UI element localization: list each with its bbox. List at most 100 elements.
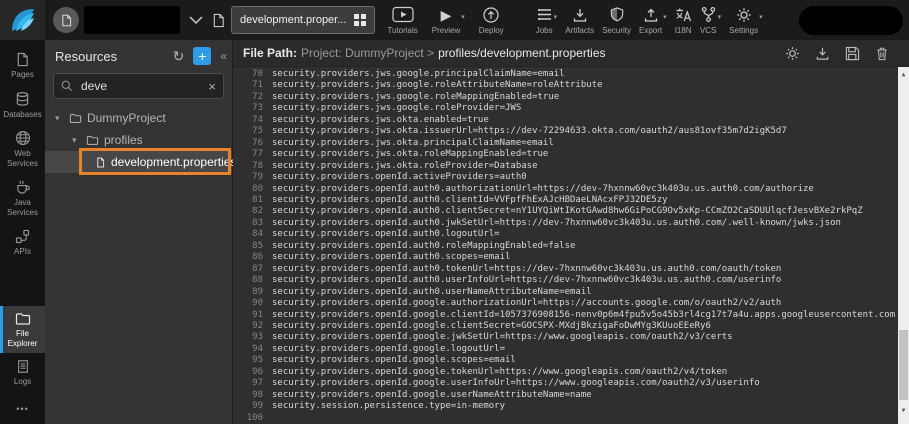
code-line[interactable]: 86security.providers.openId.auth0.scopes…: [241, 252, 896, 263]
app-logo[interactable]: [0, 0, 45, 40]
export-button[interactable]: Export ▾: [635, 6, 671, 35]
sidebar-item-apis[interactable]: APIs: [0, 223, 45, 262]
code-line[interactable]: 100: [241, 413, 896, 424]
code-line[interactable]: 93security.providers.openId.google.jwkSe…: [241, 332, 896, 343]
user-area-redacted[interactable]: [799, 6, 903, 35]
delete-file-icon[interactable]: [875, 46, 889, 61]
line-number: 73: [241, 103, 263, 114]
code-line[interactable]: 98security.providers.openId.google.userN…: [241, 390, 896, 401]
tree-item-development-properties[interactable]: development.properties: [45, 151, 232, 173]
code-line[interactable]: 79security.providers.openId.activeProvid…: [241, 172, 896, 183]
refresh-icon[interactable]: ↻: [173, 49, 185, 63]
code-editor[interactable]: 70security.providers.jws.google.principa…: [233, 67, 909, 424]
left-icon-sidebar: Pages Databases: [0, 40, 45, 424]
sidebar-more-button[interactable]: •••: [0, 392, 45, 424]
chevron-down-icon[interactable]: [189, 16, 203, 24]
collapse-panel-icon[interactable]: «: [220, 49, 227, 63]
sidebar-item-pages[interactable]: Pages: [0, 46, 45, 85]
sidebar-item-logs[interactable]: Logs: [0, 353, 45, 392]
scrollbar-thumb[interactable]: [899, 330, 908, 400]
save-file-icon[interactable]: [845, 46, 860, 61]
globe-icon: [15, 130, 31, 146]
clear-search-icon[interactable]: ×: [208, 79, 216, 94]
line-number: 80: [241, 184, 263, 195]
jobs-button[interactable]: Jobs ▾: [532, 6, 562, 35]
code-line[interactable]: 75security.providers.jws.okta.issuerUrl=…: [241, 126, 896, 137]
scroll-down-icon[interactable]: ▼: [898, 405, 909, 416]
add-resource-button[interactable]: +: [193, 47, 211, 65]
vcs-chevron-icon[interactable]: ▾: [718, 13, 722, 21]
file-settings-gear-icon[interactable]: [785, 46, 800, 61]
preview-chevron-icon[interactable]: ▾: [461, 13, 465, 21]
i18n-button[interactable]: I18N: [671, 6, 696, 35]
code-line[interactable]: 76security.providers.jws.okta.principalC…: [241, 138, 896, 149]
sidebar-label: APIs: [14, 247, 31, 257]
code-line[interactable]: 89security.providers.openId.auth0.userNa…: [241, 287, 896, 298]
scroll-up-icon[interactable]: ▲: [898, 69, 909, 80]
code-line[interactable]: 99security.session.persistence.type=in-m…: [241, 401, 896, 412]
artifacts-button[interactable]: Artifacts: [561, 6, 598, 35]
settings-chevron-icon[interactable]: ▾: [759, 13, 763, 21]
sidebar-item-java-services[interactable]: Java Services: [0, 173, 45, 222]
code-line[interactable]: 96security.providers.openId.google.token…: [241, 367, 896, 378]
code-line[interactable]: 80security.providers.openId.auth0.author…: [241, 184, 896, 195]
code-line[interactable]: 70security.providers.jws.google.principa…: [241, 69, 896, 80]
tree-item-project[interactable]: ▾ DummyProject: [45, 107, 232, 129]
sidebar-label: File Explorer: [3, 329, 42, 348]
code-line[interactable]: 87security.providers.openId.auth0.tokenU…: [241, 264, 896, 275]
code-line[interactable]: 81security.providers.openId.auth0.client…: [241, 195, 896, 206]
line-text: security.providers.openId.auth0.scopes=e…: [272, 252, 510, 263]
jobs-chevron-icon[interactable]: ▾: [554, 13, 558, 21]
editor-scrollbar[interactable]: ▲ ▼: [898, 67, 909, 424]
folder-icon: [69, 113, 82, 124]
resources-panel: Resources ↻ + « × ▾: [45, 40, 233, 424]
download-file-icon[interactable]: [815, 46, 830, 61]
code-line[interactable]: 74security.providers.jws.okta.enabled=tr…: [241, 115, 896, 126]
code-line[interactable]: 91security.providers.openId.google.clien…: [241, 310, 896, 321]
search-input[interactable]: [79, 78, 202, 94]
line-text: security.providers.jws.google.roleAttrib…: [272, 80, 603, 91]
line-text: security.providers.jws.okta.roleMappingE…: [272, 149, 548, 160]
caret-down-icon[interactable]: ▾: [55, 113, 64, 124]
app-root: development.proper... Tutorials ▶: [0, 0, 909, 424]
code-line[interactable]: 94security.providers.openId.google.logou…: [241, 344, 896, 355]
deploy-button[interactable]: Deploy: [475, 6, 508, 35]
vcs-button[interactable]: VCS ▾: [696, 6, 726, 35]
line-number: 97: [241, 378, 263, 389]
tree-item-profiles[interactable]: ▾ profiles: [45, 129, 232, 151]
tutorials-button[interactable]: Tutorials: [383, 6, 421, 35]
code-line[interactable]: 92security.providers.openId.google.clien…: [241, 321, 896, 332]
sidebar-item-file-explorer[interactable]: File Explorer: [0, 306, 45, 353]
line-number: 94: [241, 344, 263, 355]
preview-button[interactable]: ▶ Preview ▾: [428, 6, 469, 35]
code-line[interactable]: 72security.providers.jws.google.roleMapp…: [241, 92, 896, 103]
code-line[interactable]: 90security.providers.openId.google.autho…: [241, 298, 896, 309]
grid-icon[interactable]: [354, 14, 366, 26]
code-line[interactable]: 88security.providers.openId.auth0.userIn…: [241, 275, 896, 286]
code-line[interactable]: 95security.providers.openId.google.scope…: [241, 355, 896, 366]
line-number: 82: [241, 206, 263, 217]
code-line[interactable]: 78security.providers.jws.okta.roleProvid…: [241, 161, 896, 172]
open-file-tab[interactable]: development.proper...: [231, 6, 375, 34]
security-button[interactable]: Security: [598, 6, 635, 35]
code-line[interactable]: 71security.providers.jws.google.roleAttr…: [241, 80, 896, 91]
sidebar-label: Pages: [11, 70, 34, 80]
export-chevron-icon[interactable]: ▾: [663, 13, 667, 21]
line-number: 100: [241, 413, 263, 424]
code-line[interactable]: 73security.providers.jws.google.roleProv…: [241, 103, 896, 114]
code-line[interactable]: 82security.providers.openId.auth0.client…: [241, 206, 896, 217]
resources-search-box[interactable]: ×: [53, 73, 224, 99]
sidebar-item-databases[interactable]: Databases: [0, 85, 45, 125]
code-line[interactable]: 85security.providers.openId.auth0.roleMa…: [241, 241, 896, 252]
sidebar-item-web-services[interactable]: Web Services: [0, 124, 45, 173]
line-number: 89: [241, 287, 263, 298]
vcs-branch-icon: [700, 6, 717, 24]
code-line[interactable]: 77security.providers.jws.okta.roleMappin…: [241, 149, 896, 160]
folder-icon: [86, 135, 99, 146]
code-line[interactable]: 83security.providers.openId.auth0.jwkSet…: [241, 218, 896, 229]
settings-button[interactable]: Settings ▾: [725, 6, 766, 35]
code-line[interactable]: 97security.providers.openId.google.userI…: [241, 378, 896, 389]
code-line[interactable]: 84security.providers.openId.auth0.logout…: [241, 229, 896, 240]
caret-down-icon[interactable]: ▾: [72, 135, 81, 146]
project-selector[interactable]: [53, 6, 203, 34]
